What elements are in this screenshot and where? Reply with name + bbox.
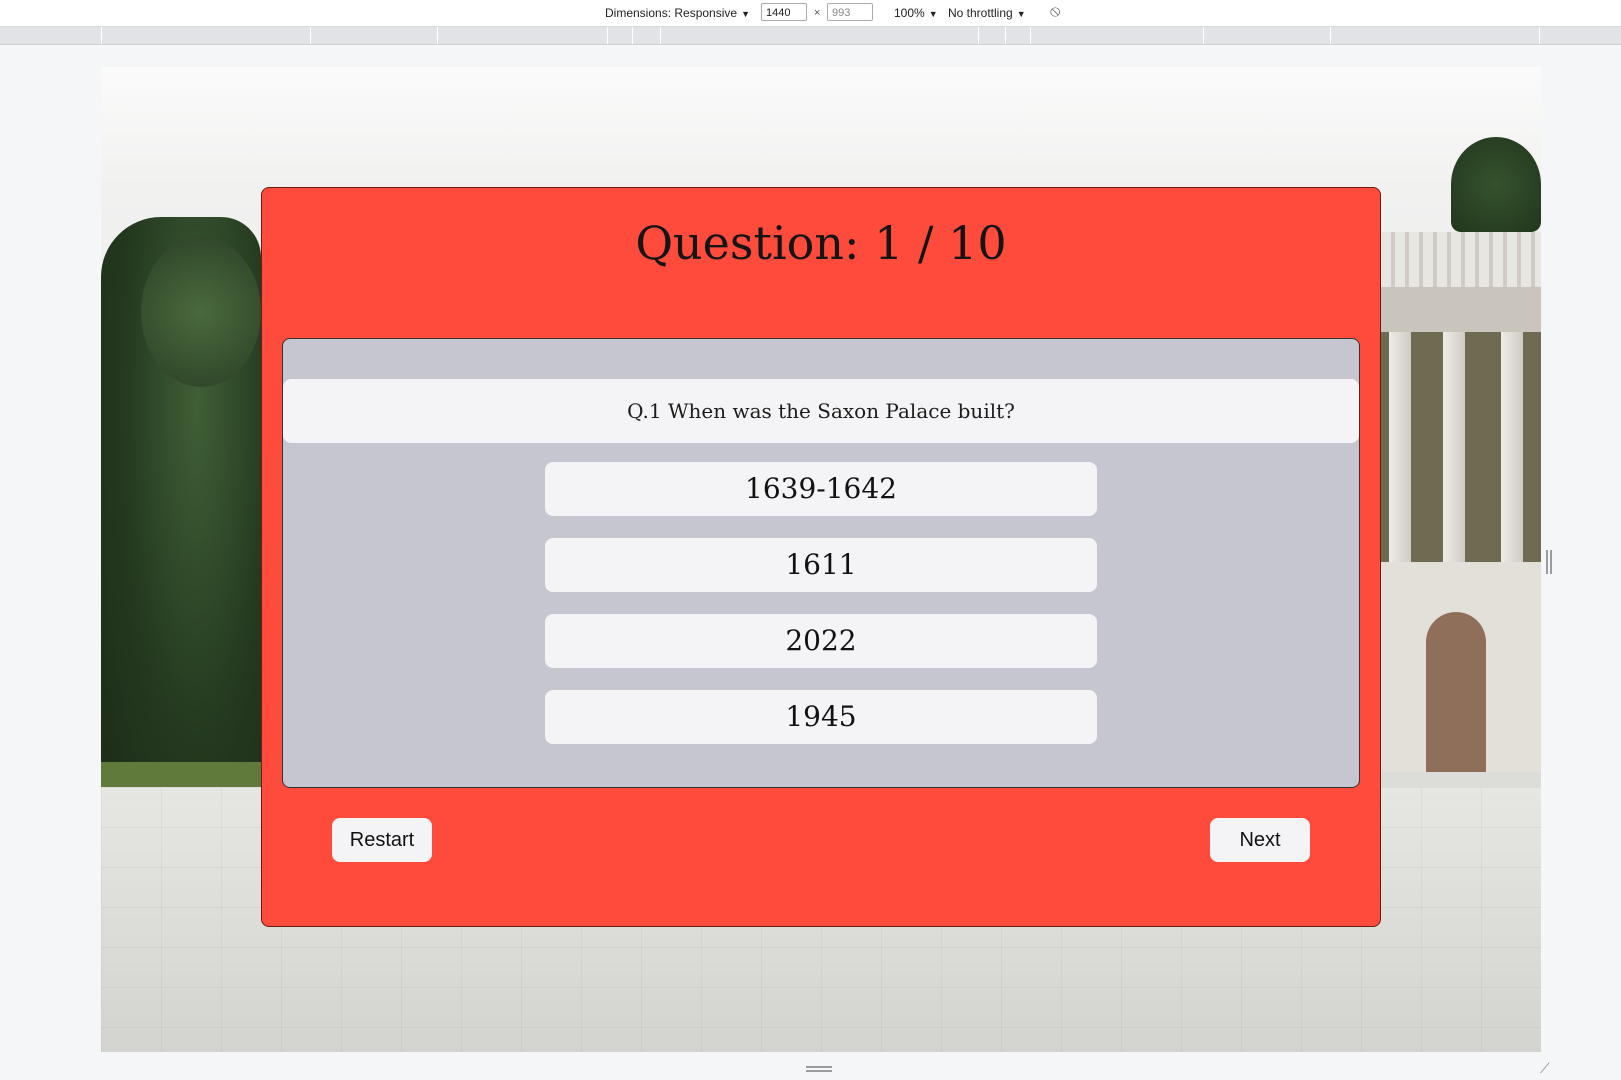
ruler-tick — [1203, 27, 1204, 44]
ruler-tick — [310, 27, 311, 44]
restart-button[interactable]: Restart — [332, 818, 432, 862]
emulated-viewport: Question: 1 / 10 Q.1 When was the Saxon … — [101, 67, 1541, 1052]
dimensions-label: Dimensions: Responsive — [605, 6, 738, 20]
palace-column — [1389, 332, 1411, 562]
viewport-height-resize-handle[interactable] — [806, 1066, 832, 1072]
media-query-ruler[interactable] — [0, 27, 1621, 45]
question-panel: Q.1 When was the Saxon Palace built? 163… — [282, 338, 1360, 788]
chevron-down-icon: ▼ — [928, 9, 938, 19]
viewport-width-resize-handle[interactable] — [1546, 550, 1552, 574]
quiz-card: Question: 1 / 10 Q.1 When was the Saxon … — [261, 187, 1381, 927]
answer-option-2[interactable]: 1611 — [545, 538, 1097, 592]
dimensions-dropdown[interactable]: Dimensions: Responsive ▼ — [605, 6, 750, 20]
palace-balustrade — [1381, 232, 1541, 287]
question-counter-title: Question: 1 / 10 — [635, 216, 1007, 270]
ruler-tick — [1005, 27, 1006, 44]
answer-option-3[interactable]: 2022 — [545, 614, 1097, 668]
zoom-label: 100% — [894, 6, 925, 20]
zoom-dropdown[interactable]: 100% ▼ — [894, 6, 938, 20]
next-button[interactable]: Next — [1210, 818, 1310, 862]
palace-arch — [1426, 612, 1486, 772]
throttling-dropdown[interactable]: No throttling ▼ — [948, 6, 1026, 20]
chevron-down-icon: ▼ — [741, 9, 750, 19]
ruler-tick — [660, 27, 661, 44]
resize-corner-icon[interactable]: ⟋ — [1540, 1060, 1550, 1077]
ruler-tick — [101, 27, 102, 44]
times-symbol: × — [814, 7, 821, 19]
width-input[interactable]: 1440 — [761, 3, 807, 21]
ruler-tick — [1030, 27, 1031, 44]
palace-column — [1443, 332, 1465, 562]
devtools-toolbar: Dimensions: Responsive ▼ 1440 × 993 100% ▼… — [0, 0, 1621, 27]
chevron-down-icon: ▼ — [1016, 9, 1026, 19]
ruler-tick — [437, 27, 438, 44]
palace-column — [1501, 332, 1523, 562]
ruler-tick — [978, 27, 979, 44]
ruler-tick — [607, 27, 608, 44]
background-palace — [1381, 232, 1541, 772]
background-tree-crown — [141, 237, 261, 387]
height-input[interactable]: 993 — [827, 3, 873, 21]
rotate-icon[interactable]: ⦸ — [1050, 3, 1060, 21]
question-text: Q.1 When was the Saxon Palace built? — [283, 379, 1359, 443]
background-tree-right — [1451, 137, 1541, 232]
throttling-label: No throttling — [948, 6, 1013, 20]
ruler-tick — [1539, 27, 1540, 44]
ruler-tick — [632, 27, 633, 44]
ruler-tick — [1330, 27, 1331, 44]
answer-option-4[interactable]: 1945 — [545, 690, 1097, 744]
answer-option-1[interactable]: 1639-1642 — [545, 462, 1097, 516]
palace-entablature — [1381, 287, 1541, 336]
